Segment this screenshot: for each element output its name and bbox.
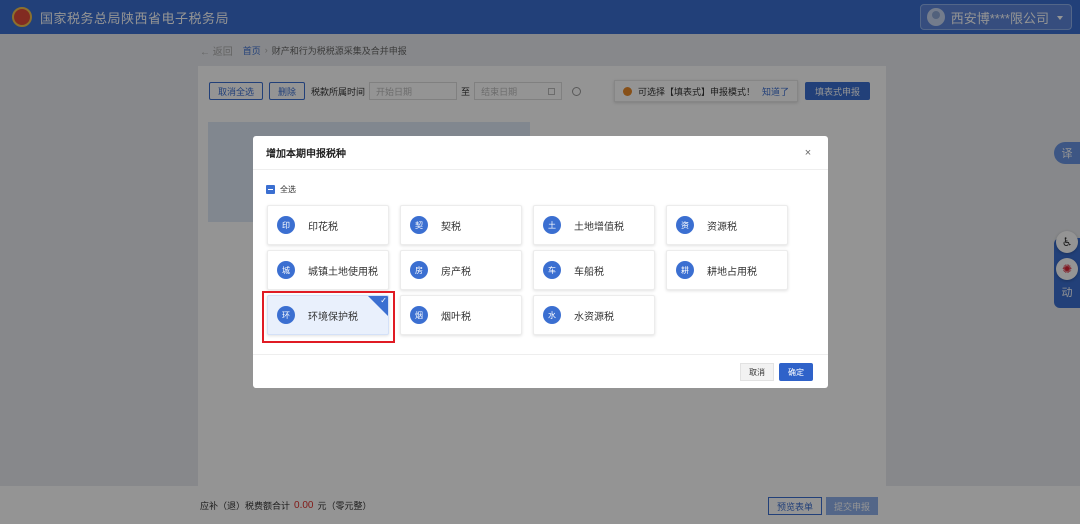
tax-card-label: 车船税 [574,266,604,278]
tax-card[interactable]: 水 水资源税 [533,295,655,335]
tax-card[interactable]: 资 资源税 [666,205,788,245]
add-tax-modal: 增加本期申报税种 × 全选 印 印花税 契 契税 土 土地增值税 资 资源税城 城镇土地使用税 房… [253,136,828,388]
close-icon[interactable]: × [801,147,815,159]
deed-icon: 契 [410,216,428,234]
tax-card-label: 水资源税 [574,311,614,323]
tax-card[interactable]: 车 车船税 [533,250,655,290]
modal-footer: 取消 确定 [253,354,828,388]
property-icon: 房 [410,261,428,279]
tax-card-label: 城镇土地使用税 [308,266,378,278]
modal-title: 增加本期申报税种 [266,149,346,160]
tax-card-label: 房产税 [441,266,471,278]
select-all-checkbox[interactable]: 全选 [266,184,296,195]
tax-card[interactable]: 耕 耕地占用税 [666,250,788,290]
tax-card-label: 契税 [441,221,461,233]
modal-header: 增加本期申报税种 × [253,136,828,170]
tax-card[interactable]: 印 印花税 [267,205,389,245]
land-value-icon: 土 [543,216,561,234]
checkbox-indeterminate-icon [266,185,275,194]
tax-card-label: 耕地占用税 [707,266,757,278]
tax-card-label: 烟叶税 [441,311,471,323]
vehicle-icon: 车 [543,261,561,279]
stamp-icon: 印 [277,216,295,234]
tax-card[interactable]: 土 土地增值税 [533,205,655,245]
water-icon: 水 [543,306,561,324]
tobacco-icon: 烟 [410,306,428,324]
resource-icon: 资 [676,216,694,234]
tax-card-label: 土地增值税 [574,221,624,233]
confirm-button[interactable]: 确定 [779,363,813,381]
tax-card-label: 资源税 [707,221,737,233]
tax-card[interactable]: 房 房产税 [400,250,522,290]
tax-card-label: 印花税 [308,221,338,233]
tax-card[interactable]: 烟 烟叶税 [400,295,522,335]
tax-card[interactable]: 契 契税 [400,205,522,245]
cancel-button[interactable]: 取消 [740,363,774,381]
urban-land-icon: 城 [277,261,295,279]
farmland-icon: 耕 [676,261,694,279]
selection-highlight [262,291,395,343]
tax-card[interactable]: 城 城镇土地使用税 [267,250,389,290]
select-all-label: 全选 [280,185,296,194]
